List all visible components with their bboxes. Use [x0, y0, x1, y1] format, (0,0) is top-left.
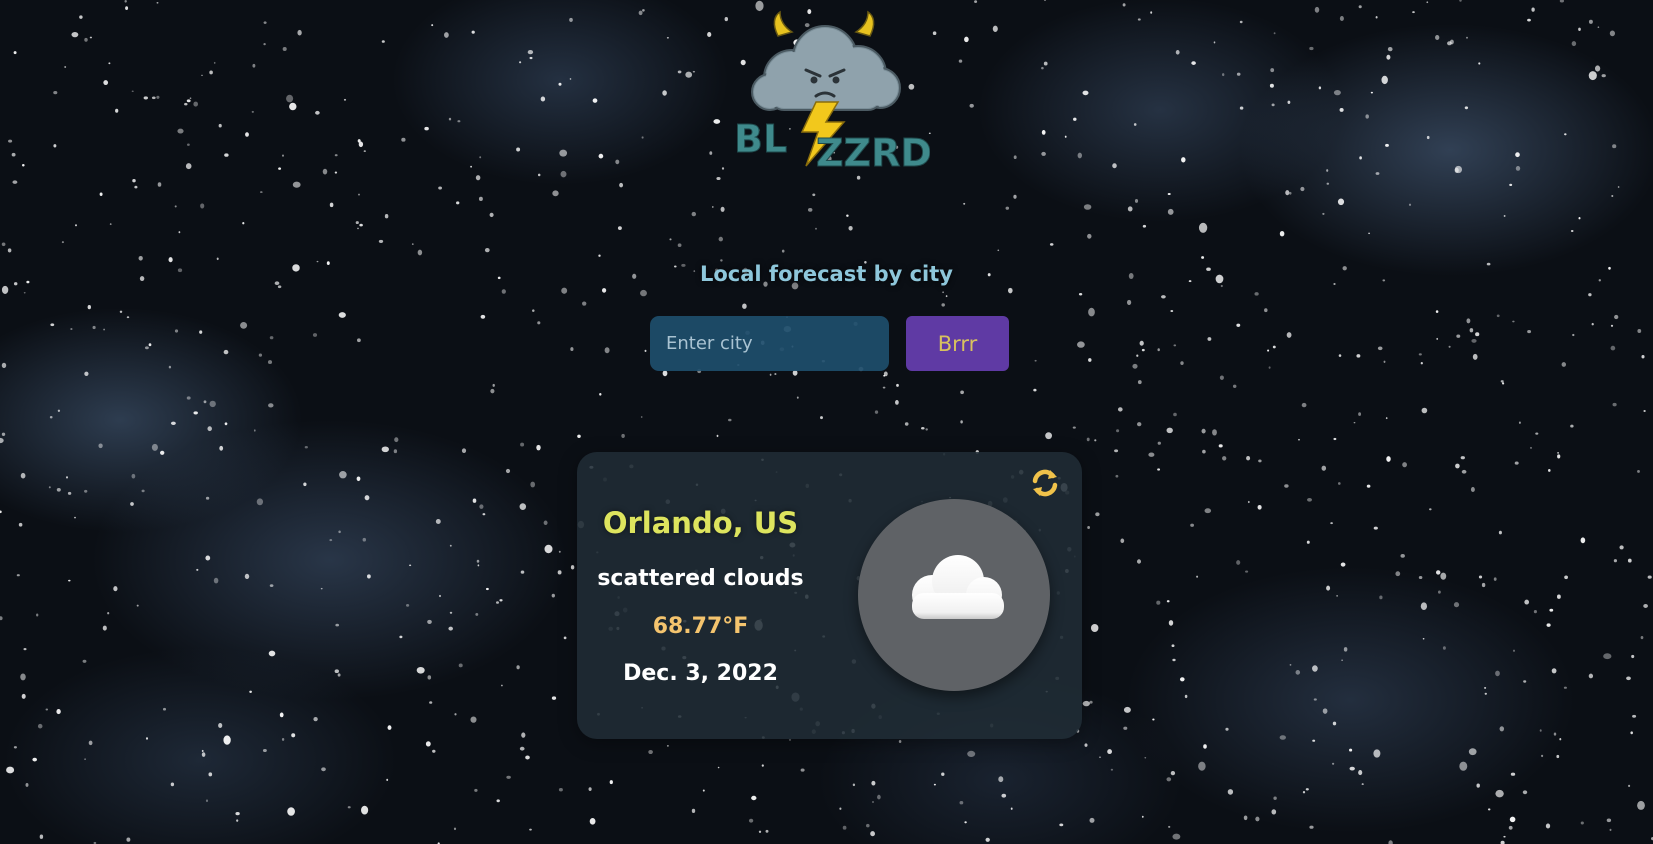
refresh-icon[interactable]	[1028, 466, 1062, 500]
weather-description: scattered clouds	[597, 566, 804, 591]
city-name: Orlando, US	[602, 506, 799, 540]
cloud-icon	[898, 549, 1014, 629]
weather-icon-badge	[858, 499, 1050, 691]
svg-text:BL: BL	[734, 117, 787, 161]
blizzrd-logo: BL ZZRD	[730, 6, 932, 176]
weather-info: Orlando, US scattered clouds 68.77°F Dec…	[577, 452, 824, 739]
svg-text:ZZRD: ZZRD	[816, 131, 930, 175]
temperature: 68.77°F	[652, 614, 749, 639]
weather-card: Orlando, US scattered clouds 68.77°F Dec…	[577, 452, 1082, 739]
tagline: Local forecast by city	[700, 262, 953, 286]
forecast-date: Dec. 3, 2022	[623, 661, 778, 686]
city-search-input[interactable]	[650, 316, 889, 371]
search-button[interactable]: Brrr	[906, 316, 1009, 371]
